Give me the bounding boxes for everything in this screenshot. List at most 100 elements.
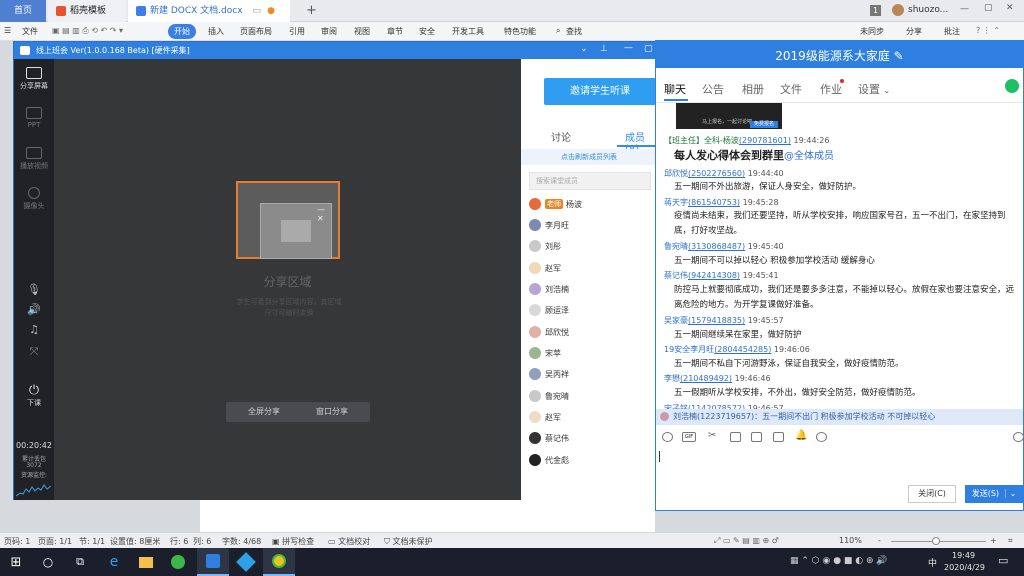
clock-date[interactable]: 2020/4/29 (944, 563, 985, 572)
music-icon[interactable]: ♫ (14, 323, 54, 336)
tab-discussion[interactable]: 讨论 (551, 129, 571, 144)
camera-button[interactable]: 摄像头 (14, 187, 54, 211)
window-count-badge[interactable]: 1 (870, 5, 881, 16)
shared-image-thumbnail[interactable]: 马上报名，一起讨论吧 免费报名 (676, 103, 782, 129)
browser-360-icon[interactable] (162, 548, 194, 576)
microphone-icon[interactable]: 🎙 (14, 283, 54, 296)
end-class-button[interactable]: ⏻ 下课 (14, 383, 54, 408)
sender-qq[interactable]: (210489492) (680, 374, 732, 383)
pin-icon[interactable]: ⊥ (600, 44, 608, 54)
windows-start-icon[interactable]: ⊞ (0, 548, 32, 576)
mention-all[interactable]: @全体成员 (784, 151, 834, 162)
sender-name[interactable]: 蒋天宇 (664, 198, 688, 207)
zoom-out-button[interactable]: - (878, 536, 881, 545)
avatar[interactable] (892, 4, 904, 16)
sender-name[interactable]: 李懋 (664, 374, 680, 383)
collapse-icon[interactable]: ⌄ (580, 44, 588, 54)
invite-students-button[interactable]: 邀请学生听课 (544, 78, 656, 105)
play-video-button[interactable]: 播放视频 (14, 147, 54, 171)
tab-files[interactable]: 文件 (780, 81, 802, 97)
sender-qq[interactable]: (3130868487) (688, 242, 745, 251)
notification-icon[interactable]: ▭ (998, 554, 1008, 567)
zoom-slider-handle[interactable] (932, 537, 940, 545)
fit-page-icon[interactable]: ⌗ (1008, 536, 1013, 546)
send-button[interactable]: 发送(S) ⌄ (965, 485, 1023, 503)
edit-icon[interactable]: ✎ (894, 49, 904, 63)
user-name[interactable]: shuozo... (908, 5, 948, 15)
quick-toolbar-icons[interactable]: ▣ ▤ ▥ ⎙ ⟲ ↶ ↷ ▾ (52, 26, 123, 36)
document-page[interactable] (200, 500, 655, 532)
list-item[interactable]: 刘彤 (529, 238, 655, 258)
close-button[interactable]: 关闭(C) (908, 485, 956, 503)
list-item[interactable]: 顾运泽 (529, 302, 655, 322)
share-screen-button[interactable]: 分享屏幕 (14, 67, 54, 91)
new-message-notice[interactable]: 刘浩楠(1223719657)：五一期间不出门 积极参加学校活动 不可掉以轻心 (656, 409, 1023, 425)
maximize-icon[interactable]: ▢ (984, 3, 993, 13)
edge-icon[interactable]: e (98, 548, 130, 576)
wps-writer-icon[interactable] (197, 548, 229, 576)
zoom-in-button[interactable]: + (990, 536, 997, 545)
minimize-icon[interactable]: — (624, 43, 633, 53)
menu-page-layout[interactable]: 页面布局 (240, 26, 272, 37)
status-word-count[interactable]: 字数: 4/68 (222, 536, 261, 547)
clock-time[interactable]: 19:49 (952, 551, 975, 560)
history-icon[interactable] (1013, 432, 1024, 442)
menu-hamburger-icon[interactable]: ☰ (4, 26, 11, 35)
fullscreen-icon[interactable]: ⤧ (14, 345, 54, 359)
tab-album[interactable]: 相册 (742, 81, 764, 97)
task-view-icon[interactable]: ⧉ (64, 548, 96, 576)
scissors-icon[interactable]: ✂ (708, 430, 716, 441)
list-item[interactable]: 蔡记伟 (529, 430, 655, 450)
qq-app-icon[interactable] (263, 548, 295, 576)
tab-home[interactable]: 首页 (0, 0, 46, 22)
menu-find[interactable]: 查找 (566, 26, 582, 37)
spell-check-button[interactable]: ▣ 拼写检查 (272, 536, 314, 547)
view-mode-icons[interactable]: ⤢ ▭ ✎ ▤ ▥ ⊕ ♂ (714, 536, 779, 546)
tray-icons[interactable]: ▦ ⌃ ⬡ ◉ ● ■ ◐ ⊕ 🔊 (790, 556, 888, 566)
tab-chat[interactable]: 聊天 (664, 81, 686, 97)
tab-announcement[interactable]: 公告 (702, 81, 724, 97)
chevron-down-icon[interactable]: ⌄ (1004, 489, 1017, 498)
list-item[interactable]: 赵军 (529, 409, 655, 429)
menu-references[interactable]: 引用 (289, 26, 305, 37)
bell-icon[interactable]: 🔔 (795, 430, 807, 441)
tab-document[interactable]: 新建 DOCX 文档.docx ▭ ● (128, 0, 290, 22)
sender-qq[interactable]: (942414308) (688, 271, 740, 280)
ime-indicator[interactable]: 中 (928, 556, 937, 569)
emoji-icon[interactable] (662, 432, 673, 442)
list-item[interactable]: 刘浩楠 (529, 281, 655, 301)
zoom-level[interactable]: 110% (839, 536, 862, 545)
image-icon[interactable] (773, 432, 784, 442)
window-share-button[interactable]: 窗口分享 (294, 402, 370, 422)
sender-qq[interactable]: (861540753) (688, 198, 740, 207)
phone-call-icon[interactable] (1005, 79, 1019, 93)
gif-icon[interactable]: GIF (682, 432, 696, 442)
member-search-input[interactable]: 搜索课堂成员 (529, 172, 651, 190)
screenshot-icon[interactable] (751, 432, 762, 442)
search-icon[interactable]: ○ (32, 548, 64, 576)
list-item[interactable]: 吴丙祥 (529, 366, 655, 386)
folder-icon[interactable] (730, 432, 741, 442)
menu-chapter[interactable]: 章节 (387, 26, 403, 37)
sender-qq[interactable]: (290781601) (739, 136, 791, 145)
close-icon[interactable]: ✕ (1006, 3, 1014, 13)
share-button[interactable]: 分享 (906, 26, 922, 37)
menu-security[interactable]: 安全 (419, 26, 435, 37)
protection-button[interactable]: ⛉ 文档未保护 (384, 536, 433, 547)
tab-pin-icon[interactable]: ▭ (253, 6, 262, 16)
file-explorer-icon[interactable] (130, 548, 162, 576)
tab-homework[interactable]: 作业 (820, 81, 842, 97)
maximize-icon[interactable]: ▢ (644, 44, 653, 54)
tab-settings[interactable]: 设置 ⌄ (858, 81, 890, 97)
speaker-icon[interactable]: 🔊 (14, 303, 54, 316)
list-item[interactable]: 邱欣悦 (529, 324, 655, 344)
share-area[interactable]: — ✕ 分享区域 学生可看到分享区域内容，其区域尺寸可随时变换 全屏分享 窗口分… (54, 59, 521, 500)
menu-view[interactable]: 视图 (354, 26, 370, 37)
list-item[interactable]: 老师 杨波 (529, 196, 655, 216)
classroom-app-icon[interactable] (230, 548, 262, 576)
sender-name[interactable]: 鲁宛晴 (664, 242, 688, 251)
comment-button[interactable]: 批注 (944, 26, 960, 37)
menu-file[interactable]: 文件 (22, 26, 38, 37)
sender-name[interactable]: 19安全李月旺 (664, 345, 714, 354)
sender-qq[interactable]: (1579418835) (688, 316, 745, 325)
